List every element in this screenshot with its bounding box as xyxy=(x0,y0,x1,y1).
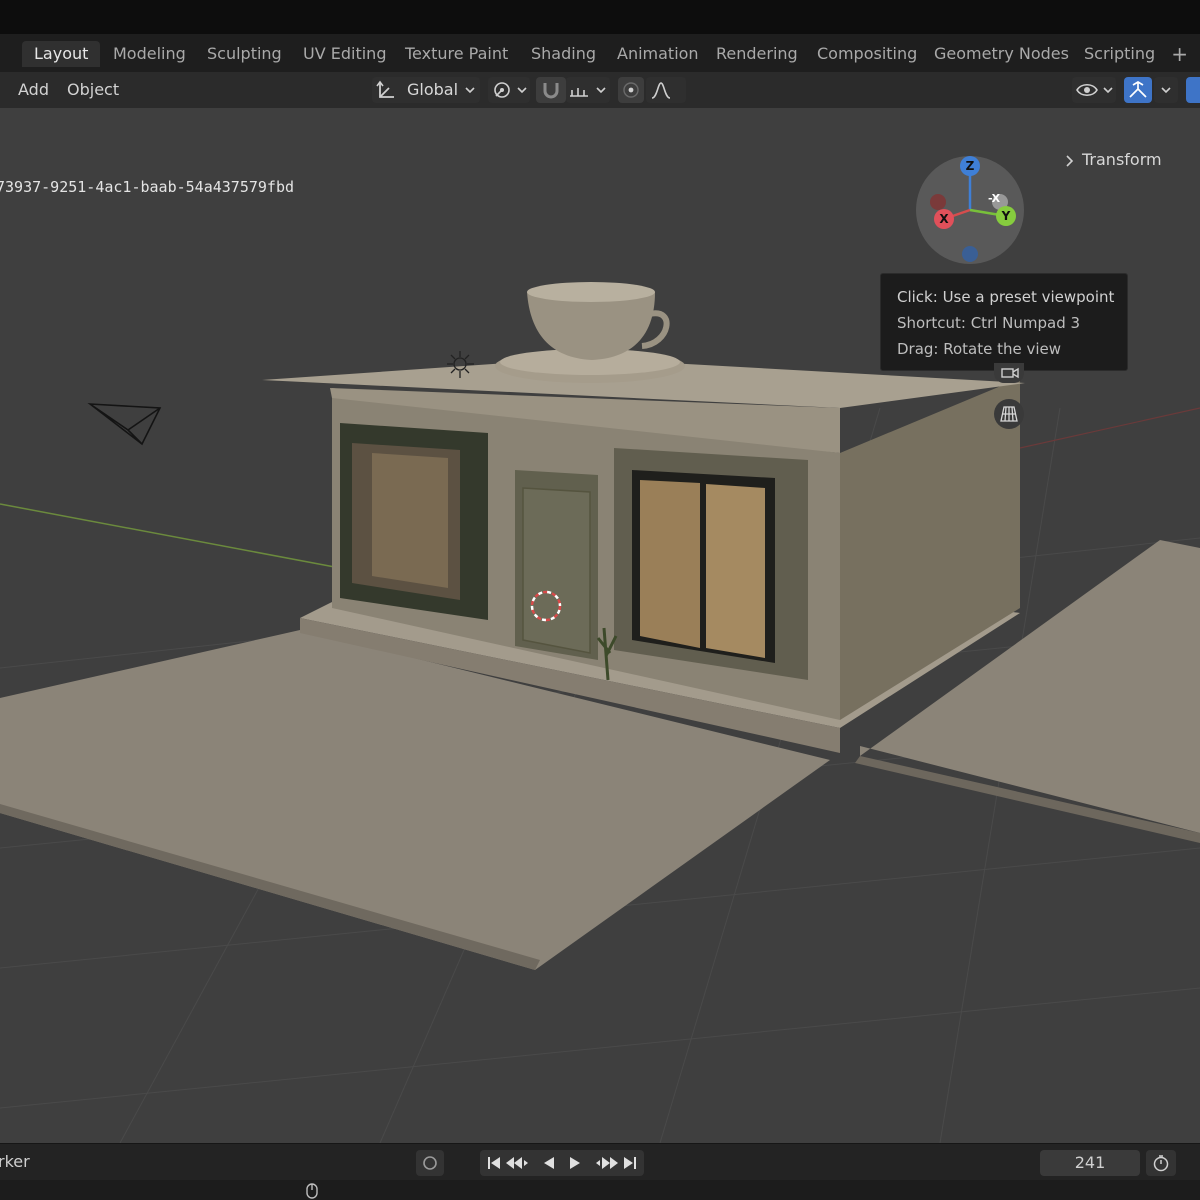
tab-texture-paint[interactable]: Texture Paint xyxy=(393,41,520,67)
proportional-falloff-dropdown[interactable] xyxy=(646,77,686,103)
tab-geometry-nodes[interactable]: Geometry Nodes xyxy=(922,41,1081,67)
y-axis-handle[interactable]: Y xyxy=(996,206,1016,226)
record-icon xyxy=(423,1156,437,1170)
neg-x-axis-handle[interactable]: -X xyxy=(988,192,1000,205)
object-id-label: 73937-9251-4ac1-baab-54a437579fbd xyxy=(0,178,295,196)
current-frame-field[interactable]: 241 xyxy=(1040,1150,1140,1176)
x-axis-handle[interactable]: X xyxy=(934,209,954,229)
overlays-toggle[interactable] xyxy=(1186,77,1200,103)
perspective-toggle-button[interactable] xyxy=(994,399,1024,429)
viewport-header: Add Object Global xyxy=(0,72,1200,108)
timeline-bar: rker 241 xyxy=(0,1143,1200,1181)
orientation-label: Global xyxy=(407,80,459,99)
auto-keying-toggle[interactable] xyxy=(416,1150,444,1176)
camera-view-button[interactable] xyxy=(994,363,1024,383)
playback-icons xyxy=(488,1157,636,1169)
tab-sculpting[interactable]: Sculpting xyxy=(195,41,294,67)
transform-orientation-dropdown[interactable]: Global xyxy=(372,77,480,103)
gizmo-icon xyxy=(1129,81,1147,98)
proportional-editing-toggle[interactable] xyxy=(618,77,644,103)
eye-icon xyxy=(1076,83,1098,97)
pivot-point-dropdown[interactable] xyxy=(488,77,530,103)
snap-target-dropdown[interactable] xyxy=(566,77,610,103)
tooltip-line-click: Click: Use a preset viewpoint xyxy=(897,288,1115,306)
3d-viewport[interactable]: 73937-9251-4ac1-baab-54a437579fbd Transf… xyxy=(0,108,1200,1143)
falloff-curve-icon xyxy=(651,82,671,99)
chevron-right-icon xyxy=(1066,155,1074,167)
tab-compositing[interactable]: Compositing xyxy=(805,41,929,67)
marker-menu[interactable]: rker xyxy=(0,1152,30,1171)
navigation-gizmo[interactable]: Z X Y -X xyxy=(914,154,1026,266)
tab-scripting[interactable]: Scripting xyxy=(1072,41,1167,67)
z-axis-handle[interactable]: Z xyxy=(960,156,980,176)
grid-icon xyxy=(1000,406,1018,422)
stopwatch-icon xyxy=(1153,1155,1169,1172)
add-workspace-button[interactable]: + xyxy=(1171,41,1188,67)
workspace-tabs: Layout Modeling Sculpting UV Editing Tex… xyxy=(0,34,1200,73)
mouse-icon xyxy=(306,1183,318,1199)
magnet-icon xyxy=(543,83,559,99)
status-bar xyxy=(0,1180,1200,1200)
snap-toggle[interactable] xyxy=(536,77,566,103)
snap-increment-icon xyxy=(570,88,588,97)
playback-controls xyxy=(480,1150,644,1176)
transform-panel-toggle[interactable]: Transform xyxy=(1064,150,1162,169)
tab-layout[interactable]: Layout xyxy=(22,41,101,67)
chevron-down-icon xyxy=(465,87,475,94)
add-menu[interactable]: Add xyxy=(18,78,49,102)
tab-uv-editing[interactable]: UV Editing xyxy=(291,41,398,67)
proportional-icon xyxy=(623,82,639,98)
pivot-icon xyxy=(494,82,510,98)
tab-modeling[interactable]: Modeling xyxy=(101,41,198,67)
tab-shading[interactable]: Shading xyxy=(519,41,608,67)
chevron-down-icon xyxy=(1161,87,1171,94)
camera-icon xyxy=(1001,367,1019,379)
tab-rendering[interactable]: Rendering xyxy=(704,41,810,67)
gizmo-tooltip: Click: Use a preset viewpoint Shortcut: … xyxy=(880,273,1128,371)
gizmo-toggle[interactable] xyxy=(1124,77,1152,103)
chevron-down-icon xyxy=(596,87,606,94)
chevron-down-icon xyxy=(517,87,527,94)
tooltip-line-drag: Drag: Rotate the view xyxy=(897,340,1062,358)
top-bar xyxy=(0,0,1200,34)
object-visibility-dropdown[interactable] xyxy=(1072,77,1116,103)
chevron-down-icon xyxy=(1103,87,1113,94)
tab-animation[interactable]: Animation xyxy=(605,41,711,67)
orientation-icon xyxy=(376,80,394,98)
object-menu[interactable]: Object xyxy=(67,78,119,102)
playback-timer-button[interactable] xyxy=(1146,1150,1176,1176)
tooltip-line-shortcut: Shortcut: Ctrl Numpad 3 xyxy=(897,314,1081,332)
gizmo-options-dropdown[interactable] xyxy=(1154,77,1178,103)
transform-panel-label: Transform xyxy=(1082,150,1162,169)
